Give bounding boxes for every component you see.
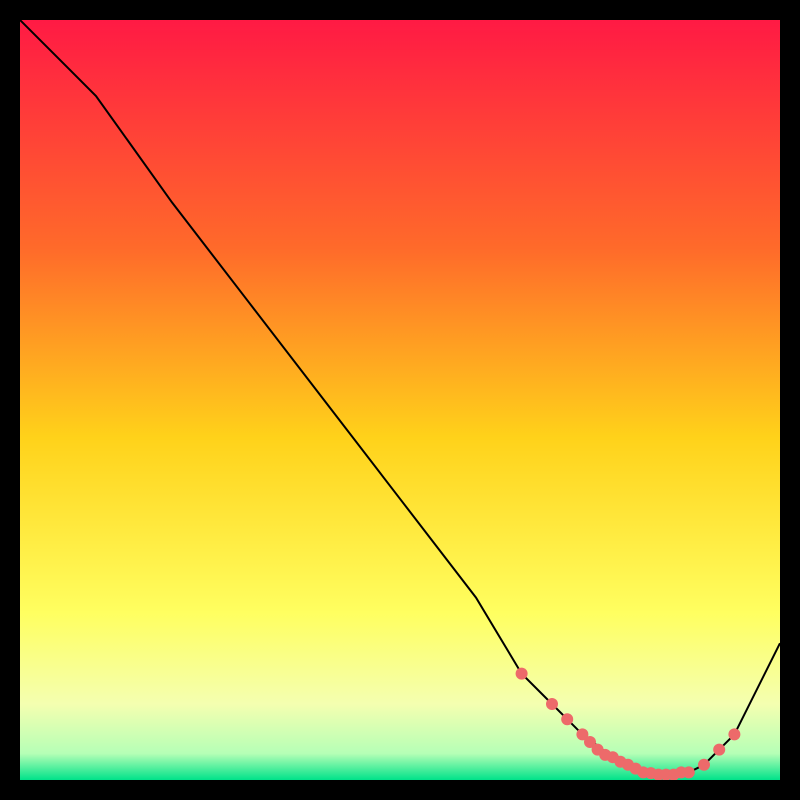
gradient-background <box>20 20 780 780</box>
highlight-dot <box>713 744 725 756</box>
highlight-dot <box>516 668 528 680</box>
bottleneck-chart <box>20 20 780 780</box>
highlight-dot <box>698 759 710 771</box>
highlight-dot <box>683 766 695 778</box>
highlight-dot <box>728 728 740 740</box>
highlight-dot <box>561 713 573 725</box>
chart-frame: TheBottleneck.com <box>20 20 780 780</box>
highlight-dot <box>546 698 558 710</box>
